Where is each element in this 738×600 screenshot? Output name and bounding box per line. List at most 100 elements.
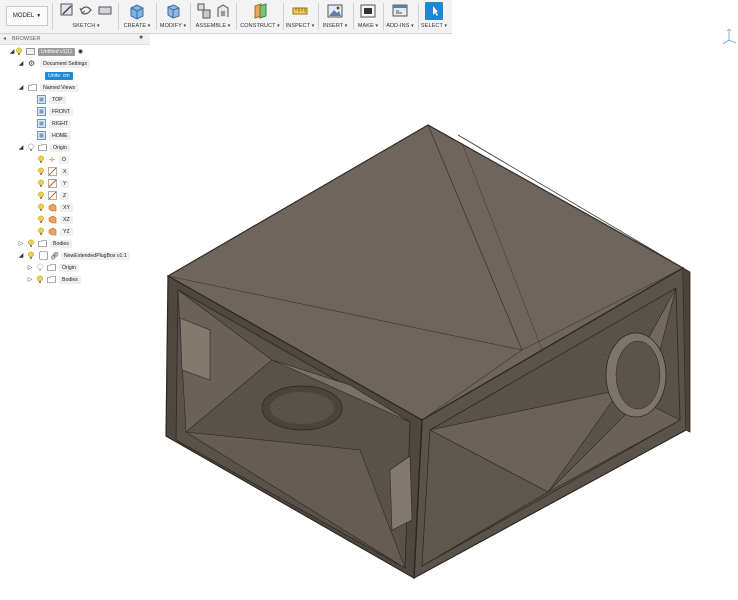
browser-title: BROWSER: [12, 36, 41, 42]
chevron-down-icon: ▾: [147, 23, 151, 29]
undo-arrow-icon[interactable]: [78, 2, 94, 18]
bodies-label: Bodies: [50, 239, 72, 248]
component-origin-label: Origin: [59, 263, 79, 272]
folder-icon: [47, 276, 56, 283]
main-toolbar: MODEL ▼ SKETCH ▾ CREATE ▾ MODIFY ▾ ASSEM…: [0, 0, 452, 34]
create-group[interactable]: CREATE ▾: [120, 0, 154, 33]
toolbar-separator: [236, 3, 237, 30]
folder-icon: [28, 84, 37, 91]
origin-item-label: X: [60, 167, 70, 176]
units-row[interactable]: Units: cm: [35, 70, 73, 81]
browser-document-row[interactable]: ◢ Untitled v1(1) ◉: [9, 46, 83, 57]
origin-item-row[interactable]: ✛ O: [37, 154, 69, 165]
document-settings-row[interactable]: ◢ ⚙ Document Settings: [18, 58, 90, 69]
component-bodies-row[interactable]: ▷ Bodies: [27, 274, 81, 285]
chevron-down-icon: ▾: [183, 23, 187, 29]
assemble-group[interactable]: ASSEMBLE ▾: [192, 0, 234, 33]
view-row-top[interactable]: TOP: [37, 94, 66, 105]
view-row-front[interactable]: FRONT: [37, 106, 73, 117]
expand-triangle-icon[interactable]: ▷: [27, 265, 33, 271]
make-group[interactable]: MAKE ▾: [354, 0, 382, 33]
origin-item-row[interactable]: XY: [37, 202, 73, 213]
lightbulb-icon[interactable]: [37, 191, 45, 200]
chevron-down-icon: ▾: [375, 23, 379, 29]
origin-item-row[interactable]: X: [37, 166, 70, 177]
chevron-down-icon: ▾: [344, 23, 348, 29]
lightbulb-icon[interactable]: [37, 215, 45, 224]
measure-icon[interactable]: [291, 2, 309, 20]
view-label: HOME: [49, 131, 71, 140]
insert-group[interactable]: INSERT ▾: [319, 0, 351, 33]
3d-print-icon[interactable]: [359, 2, 377, 20]
origin-point-icon: ✛: [49, 156, 55, 164]
insert-image-icon[interactable]: [326, 2, 344, 20]
lightbulb-icon[interactable]: [36, 275, 44, 284]
origin-item-row[interactable]: Z: [37, 190, 70, 201]
bodies-row[interactable]: ▷ Bodies: [18, 238, 72, 249]
pin-icon[interactable]: ●: [139, 34, 143, 41]
expand-triangle-icon[interactable]: ▷: [27, 277, 33, 283]
select-group[interactable]: SELECT ▾: [418, 0, 450, 33]
view-row-right[interactable]: RIGHT: [37, 118, 72, 129]
view-icon: [37, 119, 46, 128]
workspace-label: MODEL: [12, 13, 35, 19]
component-origin-row[interactable]: ▷ Origin: [27, 262, 79, 273]
construct-group[interactable]: CONSTRUCT ▾: [238, 0, 282, 33]
view-row-home[interactable]: HOME: [37, 130, 71, 141]
lightbulb-icon[interactable]: [27, 251, 35, 260]
expand-triangle-icon[interactable]: ◢: [18, 145, 24, 151]
component-bodies-label: Bodies: [59, 275, 81, 284]
lightbulb-icon[interactable]: [37, 155, 45, 164]
lightbulb-icon[interactable]: [36, 263, 44, 272]
lightbulb-icon[interactable]: [27, 143, 35, 152]
workspace-switcher-button[interactable]: MODEL ▼: [6, 6, 48, 26]
named-views-row[interactable]: ◢ Named Views: [18, 82, 78, 93]
lightbulb-icon[interactable]: [37, 179, 45, 188]
chevron-down-icon: ▾: [311, 23, 315, 29]
lightbulb-icon[interactable]: [37, 227, 45, 236]
origin-item-row[interactable]: YZ: [37, 226, 73, 237]
view-icon: [37, 95, 46, 104]
plug-box-3d-model[interactable]: [160, 120, 695, 585]
collapse-toggle-icon[interactable]: ◂: [3, 35, 6, 42]
gear-icon: ⚙: [28, 59, 36, 68]
component-icon: [39, 251, 48, 260]
expand-triangle-icon[interactable]: ▷: [18, 241, 24, 247]
chevron-down-icon: ▾: [227, 23, 231, 29]
lightbulb-icon[interactable]: [27, 239, 35, 248]
expand-triangle-icon[interactable]: ◢: [18, 253, 24, 259]
create-sketch-icon[interactable]: [59, 2, 75, 18]
view-label: TOP: [49, 95, 66, 104]
inspect-group[interactable]: INSPECT ▾: [284, 0, 316, 33]
lightbulb-icon[interactable]: [37, 167, 45, 176]
origin-item-row[interactable]: XZ: [37, 214, 73, 225]
toolbar-separator: [190, 3, 191, 30]
joint-icon[interactable]: [215, 2, 231, 20]
expand-triangle-icon[interactable]: ◢: [18, 85, 24, 91]
modify-group[interactable]: MODIFY ▾: [157, 0, 189, 33]
viewcube-axis-icon[interactable]: [720, 28, 738, 50]
radio-target-icon[interactable]: ◉: [78, 48, 83, 55]
lightbulb-icon[interactable]: [15, 47, 23, 56]
addins-group-label: ADD-INS: [386, 23, 410, 29]
component-row[interactable]: ◢ 🔗︎ NewExtendedPlugBox v1:1: [18, 250, 130, 261]
scripts-addins-icon[interactable]: [391, 2, 409, 20]
toolbar-separator: [52, 3, 53, 30]
sketch-group-label: SKETCH: [72, 23, 96, 29]
press-pull-icon[interactable]: [164, 2, 182, 20]
addins-group[interactable]: ADD-INS ▾: [384, 0, 416, 33]
offset-plane-icon[interactable]: [251, 2, 269, 20]
make-group-label: MAKE: [357, 23, 374, 29]
origin-item-row[interactable]: Y: [37, 178, 70, 189]
view-icon: [37, 107, 46, 116]
expand-triangle-icon[interactable]: ◢: [18, 61, 24, 67]
new-component-icon[interactable]: [196, 2, 212, 20]
extrude-icon[interactable]: [128, 2, 146, 20]
origin-item-label: XZ: [60, 215, 73, 224]
origin-item-label: Y: [60, 179, 70, 188]
sketch-group[interactable]: SKETCH ▾: [55, 0, 117, 33]
origin-row[interactable]: ◢ Origin: [18, 142, 70, 153]
lightbulb-icon[interactable]: [37, 203, 45, 212]
origin-label: Origin: [50, 143, 70, 152]
stop-sketch-icon[interactable]: [97, 2, 113, 18]
